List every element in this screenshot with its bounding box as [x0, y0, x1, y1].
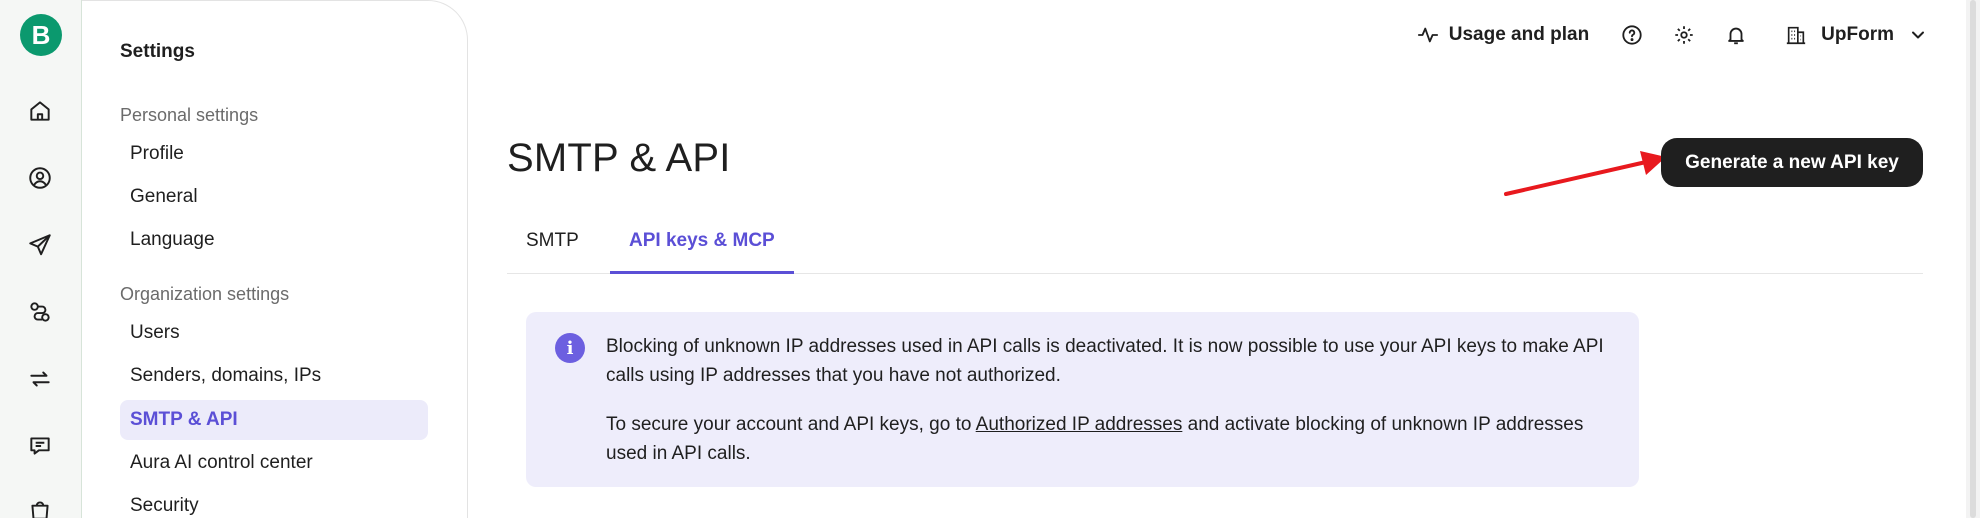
personal-settings-label: Personal settings	[120, 105, 259, 125]
building-icon	[1787, 26, 1806, 45]
tab-smtp[interactable]: SMTP	[526, 222, 579, 274]
page-scrollbar[interactable]	[1966, 0, 1980, 518]
chevron-down-icon	[1912, 31, 1924, 39]
tab-api-keys-mcp[interactable]: API keys & MCP	[610, 222, 794, 274]
sidebar-item-language[interactable]: Language	[120, 220, 428, 260]
organization-name: UpForm	[1821, 24, 1894, 45]
conversations-icon[interactable]	[24, 430, 56, 462]
generate-api-key-button[interactable]: Generate a new API key	[1661, 138, 1923, 187]
shop-icon[interactable]	[24, 494, 56, 518]
sidebar-item-smtp-api[interactable]: SMTP & API	[120, 400, 428, 440]
campaigns-icon[interactable]	[24, 229, 56, 261]
gear-icon[interactable]	[1671, 22, 1697, 48]
sidebar-item-profile[interactable]: Profile	[120, 134, 428, 174]
authorized-ip-addresses-link[interactable]: Authorized IP addresses	[976, 414, 1183, 435]
info-message-deactivated: Blocking of unknown IP addresses used in…	[606, 336, 1604, 386]
sidebar-item-security[interactable]: Security	[120, 486, 428, 518]
top-bar: Usage and plan UpForm	[1417, 14, 1928, 56]
organization-settings-label: Organization settings	[120, 284, 290, 304]
page-title: SMTP & API	[507, 136, 731, 180]
transactional-icon[interactable]	[24, 363, 56, 395]
settings-title: Settings	[120, 41, 195, 62]
annotation-arrow	[1504, 151, 1666, 196]
organization-switcher[interactable]: UpForm	[1785, 24, 1928, 46]
info-message-prefix: To secure your account and API keys, go …	[606, 414, 976, 435]
usage-and-plan-label: Usage and plan	[1448, 24, 1590, 45]
sidebar-item-users[interactable]: Users	[120, 313, 428, 353]
scrollbar-thumb[interactable]	[1970, 0, 1976, 518]
info-icon: i	[555, 333, 585, 363]
contacts-icon[interactable]	[24, 162, 56, 194]
sidebar-item-senders[interactable]: Senders, domains, IPs	[120, 356, 428, 396]
icon-rail: B	[0, 0, 82, 518]
brand-logo[interactable]: B	[20, 14, 62, 56]
sidebar-item-general[interactable]: General	[120, 177, 428, 217]
automations-icon[interactable]	[24, 296, 56, 328]
home-icon[interactable]	[24, 95, 56, 127]
activity-icon	[1417, 27, 1438, 43]
bell-icon[interactable]	[1723, 22, 1749, 48]
help-icon[interactable]	[1619, 22, 1645, 48]
info-banner: i Blocking of unknown IP addresses used …	[526, 312, 1639, 487]
usage-and-plan-button[interactable]: Usage and plan	[1417, 24, 1589, 46]
settings-sidebar: Settings Personal settings Profile Gener…	[82, 0, 468, 518]
tab-bar: SMTP API keys & MCP	[507, 222, 1923, 274]
info-message-secure: To secure your account and API keys, go …	[606, 410, 1616, 468]
sidebar-item-aura-ai[interactable]: Aura AI control center	[120, 443, 428, 483]
